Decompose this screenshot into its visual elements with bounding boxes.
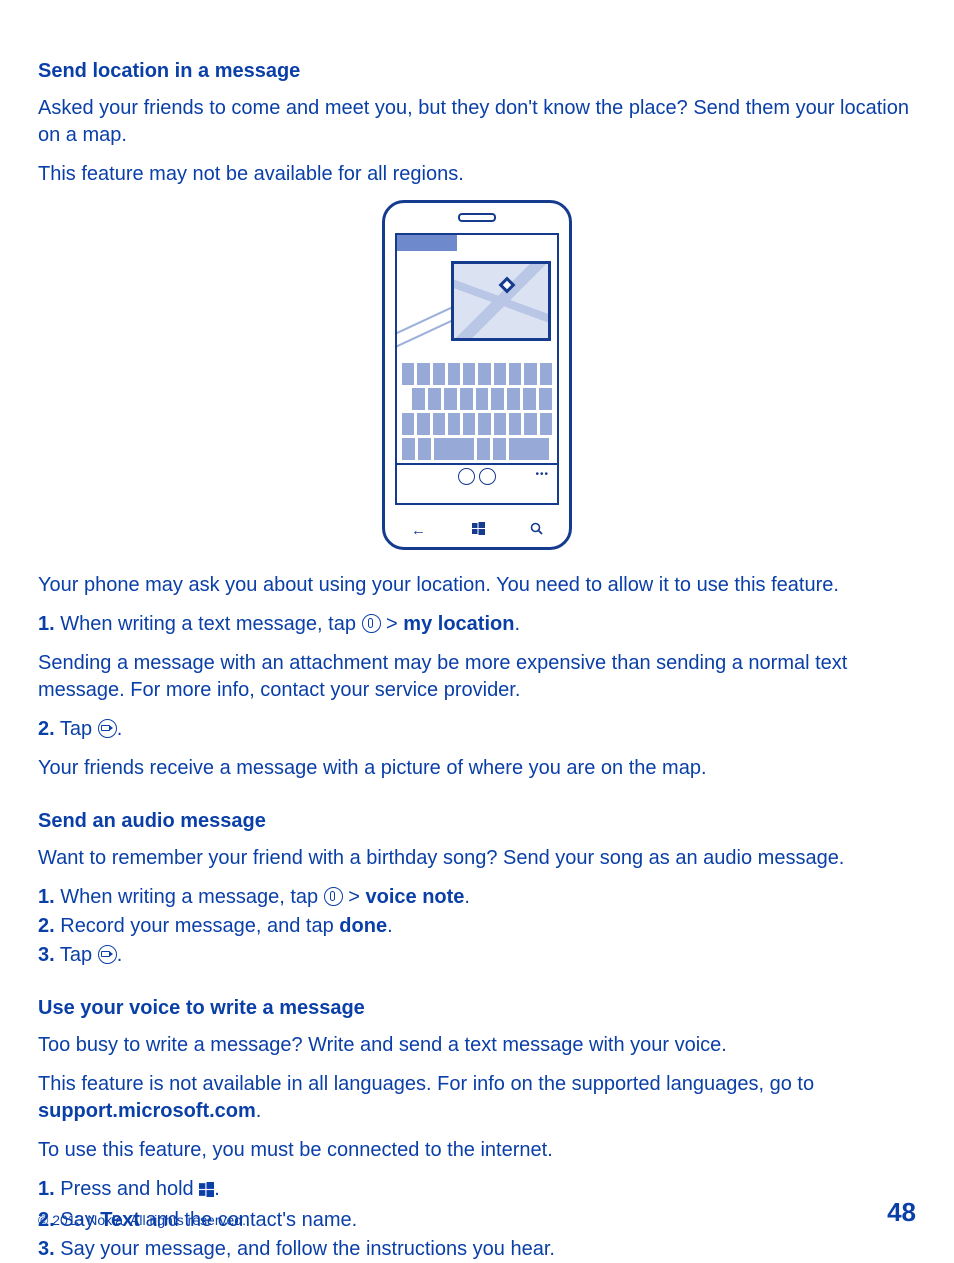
step: 3. Tap .: [38, 942, 916, 969]
heading-voice-write: Use your voice to write a message: [38, 997, 916, 1020]
step-text: Tap: [55, 944, 98, 966]
search-icon: [530, 522, 543, 539]
step-text: Tap: [55, 718, 98, 740]
more-icon: •••: [535, 469, 549, 480]
paragraph: This feature may not be available for al…: [38, 161, 916, 188]
step-text: >: [343, 886, 366, 908]
step-bold: my location: [403, 613, 514, 635]
paragraph-text: .: [256, 1100, 262, 1122]
step-text: Say your message, and follow the instruc…: [55, 1238, 555, 1260]
step-text: When writing a message, tap: [55, 886, 324, 908]
page-footer: © 2013 Nokia. All rights reserved. 48: [38, 1197, 916, 1228]
step-text: Record your message, and tap: [55, 915, 340, 937]
page-content: Send location in a message Asked your fr…: [0, 0, 954, 1263]
send-icon: [98, 945, 117, 964]
paragraph: Sending a message with an attachment may…: [38, 650, 916, 704]
attach-icon: [479, 468, 496, 485]
step-number: 1.: [38, 613, 55, 635]
attach-icon: [324, 887, 343, 906]
paragraph: Your friends receive a message with a pi…: [38, 755, 916, 782]
phone-illustration: ••• ←: [38, 200, 916, 550]
step-bold: done: [339, 915, 387, 937]
step-text: .: [514, 613, 520, 635]
copyright-text: © 2013 Nokia. All rights reserved.: [38, 1212, 246, 1228]
paragraph: Too busy to write a message? Write and s…: [38, 1032, 916, 1059]
step-number: 1.: [38, 886, 55, 908]
step: 1. When writing a text message, tap > my…: [38, 611, 916, 638]
send-icon: [98, 719, 117, 738]
step-bold: voice note: [366, 886, 465, 908]
paragraph: To use this feature, you must be connect…: [38, 1137, 916, 1164]
step-text: .: [117, 718, 123, 740]
step: 2. Tap .: [38, 716, 916, 743]
paragraph: This feature is not available in all lan…: [38, 1071, 916, 1125]
paragraph-text: This feature is not available in all lan…: [38, 1073, 814, 1095]
step: 1. When writing a message, tap > voice n…: [38, 884, 916, 911]
windows-icon: [472, 522, 485, 539]
step-number: 3.: [38, 1238, 55, 1260]
step-number: 2.: [38, 915, 55, 937]
step-text: .: [117, 944, 123, 966]
step-text: .: [464, 886, 470, 908]
attach-icon: [362, 614, 381, 633]
step-text: When writing a text message, tap: [55, 613, 362, 635]
paragraph: Asked your friends to come and meet you,…: [38, 95, 916, 149]
step: 2. Record your message, and tap done.: [38, 913, 916, 940]
step-text: >: [381, 613, 404, 635]
send-icon: [458, 468, 475, 485]
step-number: 3.: [38, 944, 55, 966]
step-number: 2.: [38, 718, 55, 740]
paragraph: Your phone may ask you about using your …: [38, 572, 916, 599]
heading-send-location: Send location in a message: [38, 60, 916, 83]
back-icon: ←: [411, 522, 426, 539]
support-link[interactable]: support.microsoft.com: [38, 1100, 256, 1122]
paragraph: Want to remember your friend with a birt…: [38, 845, 916, 872]
step-text: .: [387, 915, 393, 937]
heading-send-audio: Send an audio message: [38, 810, 916, 833]
step: 3. Say your message, and follow the inst…: [38, 1236, 916, 1263]
page-number: 48: [887, 1197, 916, 1228]
